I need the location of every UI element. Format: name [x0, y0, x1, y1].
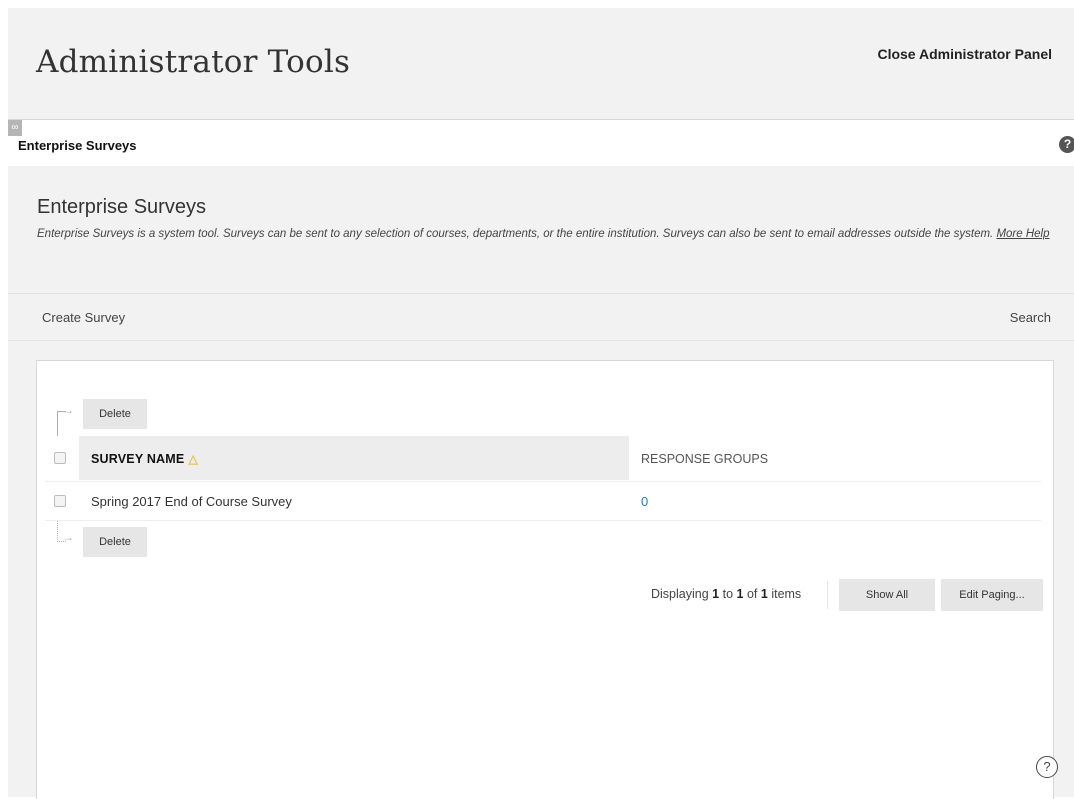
table-row: Spring 2017 End of Course Survey 0	[45, 481, 1041, 521]
page-header: Administrator Tools Close Administrator …	[8, 8, 1074, 118]
close-admin-panel-link[interactable]: Close Administrator Panel	[877, 46, 1052, 62]
page-title: Administrator Tools	[36, 44, 351, 80]
search-button[interactable]: Search	[1010, 310, 1051, 325]
paging-to-word: to	[722, 587, 734, 601]
description-text: Enterprise Surveys is a system tool. Sur…	[37, 228, 994, 240]
edit-paging-button[interactable]: Edit Paging...	[941, 579, 1043, 611]
survey-table-panel: → Delete SURVEY NAME △ RESPONSE GROUPS Sp…	[36, 360, 1054, 799]
table-header-row: SURVEY NAME △ RESPONSE GROUPS	[45, 436, 1041, 480]
paging-of-word: of	[746, 587, 758, 601]
page: Administrator Tools Close Administrator …	[8, 8, 1074, 799]
breadcrumb: ∞ Enterprise Surveys ?	[8, 119, 1074, 167]
paging-suffix: items	[771, 587, 802, 601]
survey-name-column-header[interactable]: SURVEY NAME △	[91, 452, 198, 466]
sort-ascending-icon: △	[188, 452, 198, 466]
action-bar: Create Survey Search	[8, 293, 1074, 341]
row-checkbox[interactable]	[54, 495, 66, 507]
section-description: Enterprise Surveys is a system tool. Sur…	[37, 226, 1057, 243]
help-icon[interactable]: ?	[1059, 136, 1074, 153]
paging-total: 1	[760, 587, 768, 601]
more-help-link[interactable]: More Help	[996, 228, 1049, 240]
show-all-button[interactable]: Show All	[839, 579, 935, 611]
paging-divider	[827, 581, 828, 609]
create-survey-button[interactable]: Create Survey	[42, 310, 125, 325]
survey-name-header-label: SURVEY NAME	[91, 452, 185, 466]
paging-from: 1	[712, 587, 720, 601]
response-groups-link[interactable]: 0	[641, 494, 648, 509]
paging-status: Displaying 1 to 1 of 1 items	[651, 587, 801, 601]
floating-help-icon[interactable]: ?	[1036, 756, 1058, 778]
content-header: Enterprise Surveys Enterprise Surveys is…	[8, 166, 1074, 292]
paging-to: 1	[736, 587, 744, 601]
survey-name-cell: Spring 2017 End of Course Survey	[91, 494, 292, 509]
select-all-checkbox[interactable]	[54, 452, 66, 464]
paging-prefix: Displaying	[651, 587, 709, 601]
delete-button-bottom[interactable]: Delete	[83, 527, 147, 557]
delete-button-top[interactable]: Delete	[83, 399, 147, 429]
section-title: Enterprise Surveys	[37, 196, 206, 218]
bulk-action-arrow-icon: →	[57, 403, 74, 436]
bulk-action-arrow-icon-bottom: →	[57, 521, 74, 544]
breadcrumb-label: Enterprise Surveys	[18, 138, 137, 153]
link-icon: ∞	[8, 120, 22, 136]
response-groups-column-header: RESPONSE GROUPS	[641, 452, 769, 466]
paging-bar: Displaying 1 to 1 of 1 items Show All Ed…	[37, 579, 1043, 611]
